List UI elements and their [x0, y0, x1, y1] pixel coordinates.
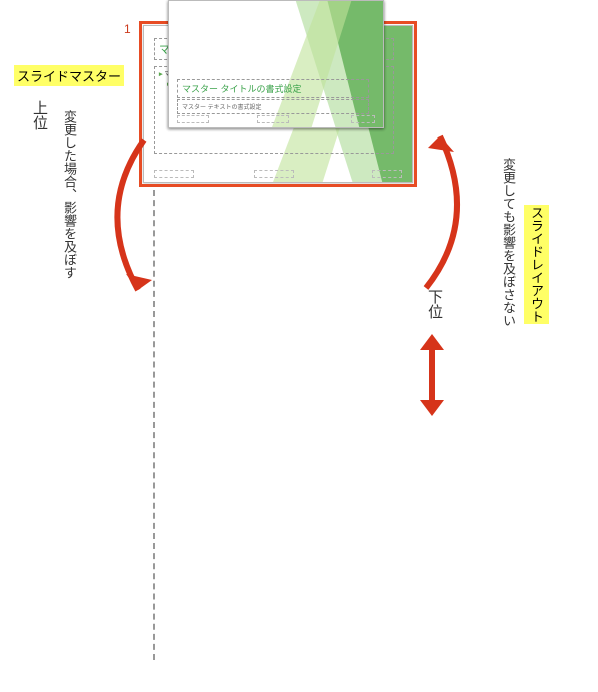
diagram: 1 スライドマスター スライドレイアウト 上位 下位 変更した場合、影響を及ぼす… [0, 0, 598, 692]
caption-affects: 変更した場合、影響を及ぼす [60, 110, 79, 279]
caption-not-affects: 変更しても影響を及ぼさない [499, 158, 518, 327]
footer-ph [372, 170, 402, 178]
caption-upper: 上位 [29, 100, 50, 130]
layout3-title-box: マスター タイトルの書式設定 [177, 79, 369, 98]
arrow-up-right [400, 120, 490, 300]
layout3-subtitle-box: マスター テキストの書式設定 [177, 99, 369, 114]
label-slide-layout: スライドレイアウト [524, 205, 549, 324]
arrow-up-down [412, 330, 452, 420]
slide-number: 1 [124, 22, 131, 36]
layout-thumbnail-3: マスター タイトルの書式設定 マスター テキストの書式設定 [168, 0, 384, 128]
arrow-down-left [84, 130, 194, 310]
label-slide-master: スライドマスター [14, 65, 124, 86]
footer-ph [254, 170, 294, 178]
